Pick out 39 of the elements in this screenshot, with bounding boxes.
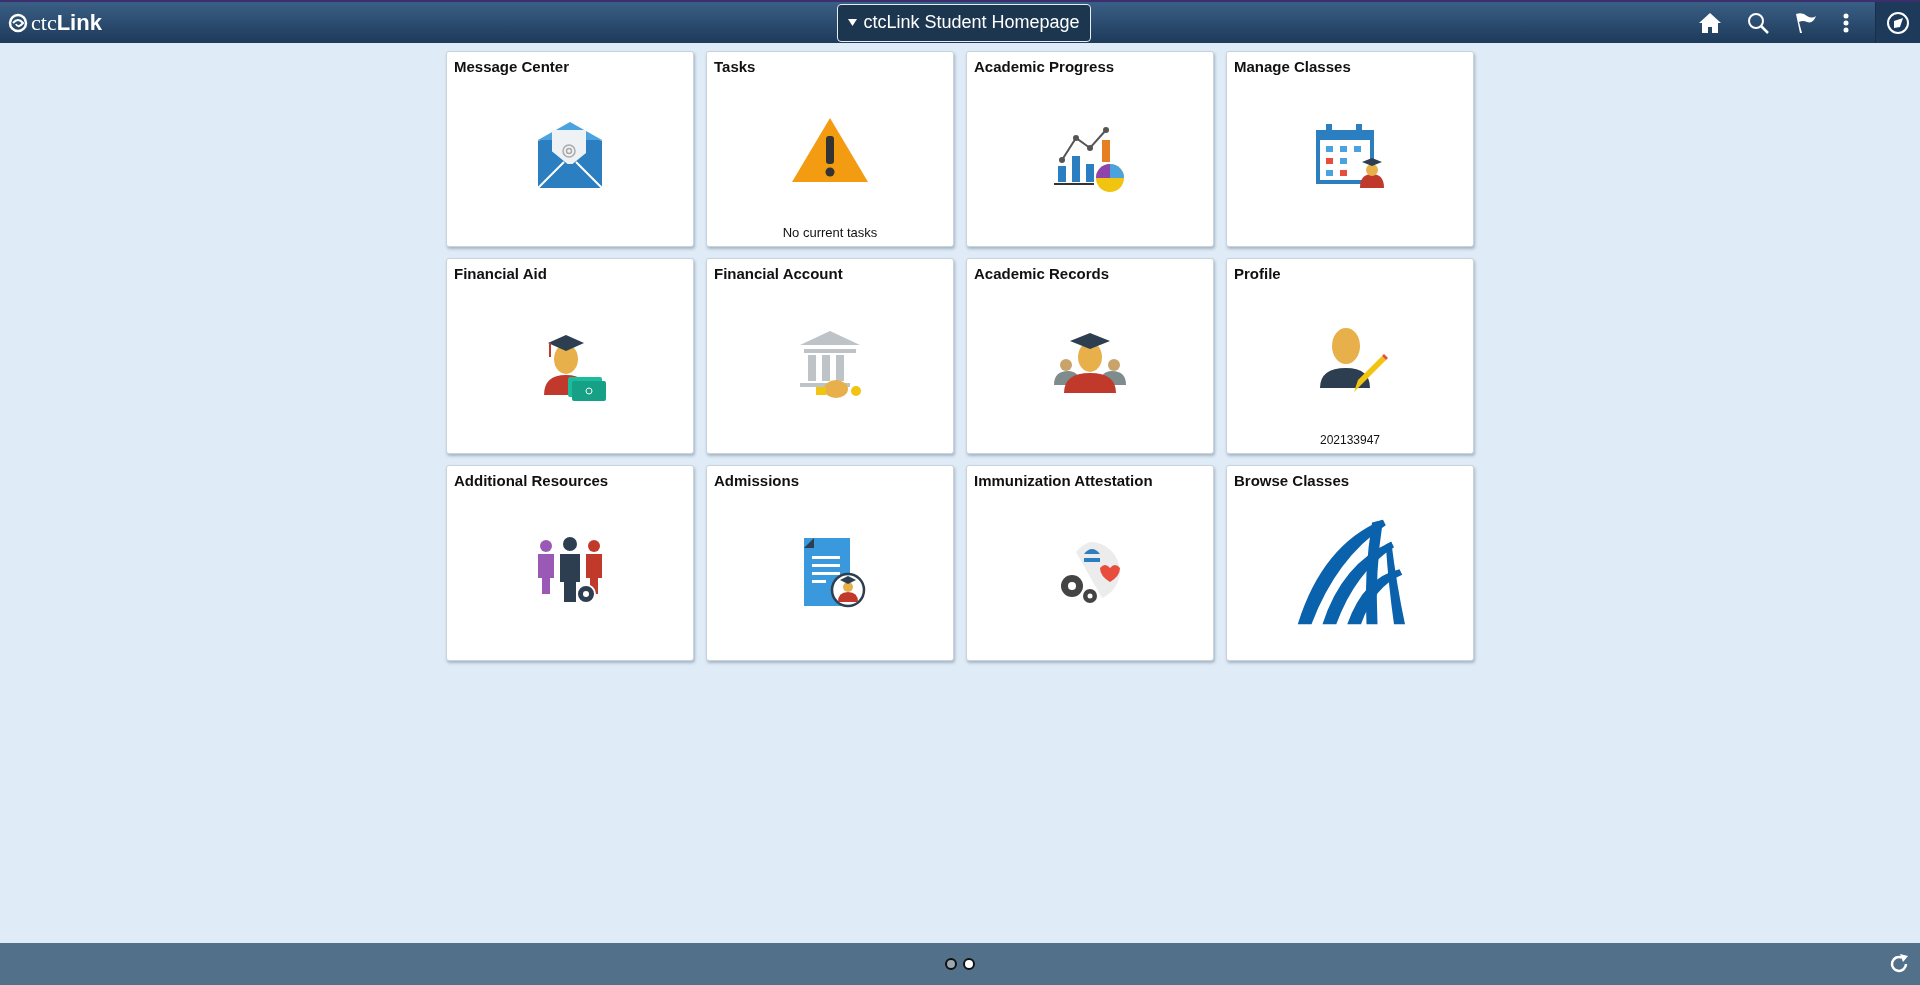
tile[interactable]: Admissions xyxy=(706,465,954,661)
tile[interactable]: Profile 202133947 xyxy=(1226,258,1474,454)
tile[interactable]: Message Center xyxy=(446,51,694,247)
tile-title: Admissions xyxy=(714,472,800,489)
tile[interactable]: Academic Progress xyxy=(966,51,1214,247)
tile-title: Message Center xyxy=(454,58,570,75)
search-icon[interactable] xyxy=(1747,11,1769,34)
tile[interactable]: Immunization Attestation xyxy=(966,465,1214,661)
caret-icon xyxy=(848,19,858,26)
tile-note: No current tasks xyxy=(782,225,878,240)
tile-title: Financial Aid xyxy=(454,265,547,282)
compass-icon xyxy=(1886,10,1910,35)
tile-title: Immunization Attestation xyxy=(974,472,1153,489)
navbar-button[interactable] xyxy=(1875,2,1920,43)
tile-title: Additional Resources xyxy=(454,472,609,489)
tile[interactable]: Financial Account xyxy=(706,258,954,454)
homepage-dropdown[interactable]: ctcLink Student Homepage xyxy=(837,3,1091,42)
tile-title: Profile xyxy=(1234,265,1281,282)
refresh-icon[interactable] xyxy=(1888,953,1910,975)
swirl-icon xyxy=(8,12,28,33)
tile[interactable]: Manage Classes xyxy=(1226,51,1474,247)
tile[interactable]: Financial Aid xyxy=(446,258,694,454)
page-dot[interactable] xyxy=(945,958,957,970)
tile-title: Browse Classes xyxy=(1234,472,1350,489)
tile-note: 202133947 xyxy=(1319,433,1381,447)
tile[interactable]: Browse Classes xyxy=(1226,465,1474,661)
tile[interactable]: Additional Resources xyxy=(446,465,694,661)
flag-icon[interactable] xyxy=(1795,11,1817,34)
tile-title: Financial Account xyxy=(714,265,843,282)
tile-title: Manage Classes xyxy=(1234,58,1351,75)
tile[interactable]: Tasks No current tasks xyxy=(706,51,954,247)
home-icon[interactable] xyxy=(1699,12,1721,33)
menu-icon[interactable] xyxy=(1843,12,1849,33)
tile-title: Academic Progress xyxy=(974,58,1115,75)
page-dot[interactable] xyxy=(963,958,975,970)
tile[interactable]: Academic Records xyxy=(966,258,1214,454)
tile-title: Tasks xyxy=(714,58,756,75)
ctclink-logo[interactable]: ctcLink xyxy=(0,9,408,36)
tile-title: Academic Records xyxy=(974,265,1110,282)
